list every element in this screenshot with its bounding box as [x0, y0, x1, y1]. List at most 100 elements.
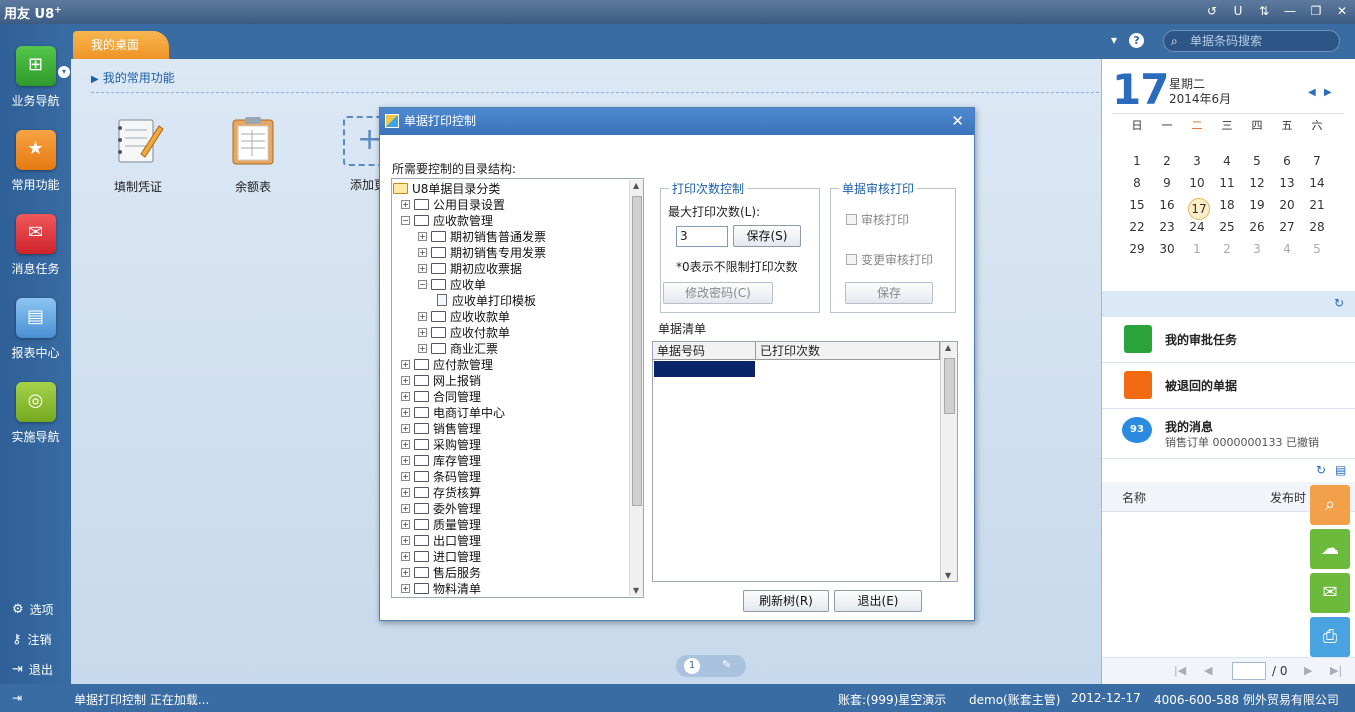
refresh-news-icon[interactable]: ↻ [1316, 463, 1326, 477]
expand-icon[interactable]: + [418, 231, 427, 241]
nav-item-business[interactable]: ⊞ 业务导航 [0, 46, 71, 109]
calendar-day-cell[interactable]: 29 [1122, 242, 1152, 256]
calendar-day-cell[interactable]: 30 [1152, 242, 1182, 256]
tree-node[interactable]: + 期初销售普通发票 [418, 228, 546, 244]
nav-item-messages[interactable]: ✉ 消息任务 [0, 214, 71, 277]
expand-icon[interactable]: + [401, 199, 410, 209]
tree-scroll-thumb[interactable] [632, 196, 642, 506]
save-audit-button[interactable]: 保存 [845, 282, 933, 304]
tree-node[interactable]: + 售后服务 [401, 564, 481, 580]
page-number-input[interactable] [1232, 662, 1266, 680]
scroll-down-icon[interactable]: ▼ [633, 586, 639, 595]
calendar-day-cell[interactable]: 8 [1122, 176, 1152, 190]
tree-node[interactable]: + 存货核算 [401, 484, 481, 500]
calendar-day-cell[interactable]: 20 [1272, 198, 1302, 212]
tree-node[interactable]: + 进口管理 [401, 548, 481, 564]
tree-node[interactable]: + 期初应收票据 [418, 260, 522, 276]
scroll-up-icon[interactable]: ▲ [633, 181, 639, 190]
tree-node[interactable]: + 委外管理 [401, 500, 481, 516]
expand-icon[interactable]: + [401, 455, 410, 465]
float-cloud-icon[interactable]: ☁ [1310, 529, 1350, 569]
calendar-day-cell[interactable]: 21 [1302, 198, 1332, 212]
audit-print-checkbox[interactable]: 审核打印 [846, 211, 909, 228]
tree-node[interactable]: + 条码管理 [401, 468, 481, 484]
page-indicator[interactable]: 1 [684, 658, 700, 674]
collapse-icon[interactable]: − [418, 279, 427, 289]
calendar-day-cell[interactable]: 23 [1152, 220, 1182, 234]
tab-my-desktop[interactable]: 我的桌面 [73, 31, 169, 59]
expand-icon[interactable]: + [401, 583, 410, 593]
col-printed-count[interactable]: 已打印次数 [756, 342, 940, 360]
minimize-icon[interactable]: — [1283, 4, 1297, 18]
grid-scrollbar[interactable]: ▲ ▼ [940, 342, 957, 581]
nav-item-reports[interactable]: ▤ 报表中心 [0, 298, 71, 361]
calendar-day-cell[interactable]: 2 [1152, 154, 1182, 168]
expand-icon[interactable]: + [401, 487, 410, 497]
calendar-day-cell[interactable]: 10 [1182, 176, 1212, 190]
calendar-day-cell[interactable]: 13 [1272, 176, 1302, 190]
shortcut-balance[interactable]: 余额表 [213, 114, 293, 195]
change-audit-print-checkbox[interactable]: 变更审核打印 [846, 251, 933, 268]
last-page-icon[interactable]: ▶| [1330, 664, 1342, 677]
calendar-day-cell[interactable]: 7 [1302, 154, 1332, 168]
prev-month-icon[interactable]: ◀ [1308, 87, 1316, 98]
float-chat-icon[interactable]: ✉ [1310, 573, 1350, 613]
float-inbox-icon[interactable]: ⎙ [1310, 617, 1350, 657]
exit-dialog-button[interactable]: 退出(E) [834, 590, 922, 612]
calendar-day-cell[interactable]: 26 [1242, 220, 1272, 234]
refresh-tree-button[interactable]: 刷新树(R) [743, 590, 829, 612]
shortcut-voucher[interactable]: 填制凭证 [98, 114, 178, 195]
prev-page-icon[interactable]: ◀ [1204, 664, 1212, 677]
expand-icon[interactable]: + [401, 535, 410, 545]
barcode-search-input[interactable]: ⌕ 单据条码搜索 [1163, 30, 1340, 52]
selected-row-cell[interactable] [654, 361, 755, 377]
calendar-day-cell[interactable]: 19 [1242, 198, 1272, 212]
restore-icon[interactable]: ❐ [1309, 4, 1323, 18]
calendar-day-cell[interactable]: 5 [1242, 154, 1272, 168]
expand-icon[interactable]: + [401, 375, 410, 385]
exit-button[interactable]: ⇥ 退出 [12, 661, 53, 678]
nav-item-common[interactable]: ★ 常用功能 [0, 130, 71, 193]
tree-node[interactable]: + 出口管理 [401, 532, 481, 548]
close-icon[interactable]: ✕ [1335, 4, 1349, 18]
u-menu-icon[interactable]: U [1231, 4, 1245, 18]
tree-node[interactable]: + 应收付款单 [418, 324, 510, 340]
returned-documents[interactable]: 被退回的单据 [1102, 363, 1355, 409]
dialog-close-icon[interactable]: ✕ [951, 108, 964, 135]
tree-node[interactable]: + 合同管理 [401, 388, 481, 404]
expand-icon[interactable]: + [401, 423, 410, 433]
expand-icon[interactable]: + [401, 391, 410, 401]
next-month-icon[interactable]: ▶ [1324, 87, 1332, 98]
float-search-icon[interactable]: ⌕ [1310, 485, 1350, 525]
calendar-day-cell[interactable]: 6 [1272, 154, 1302, 168]
tree-node[interactable]: + 商业汇票 [418, 340, 498, 356]
options-button[interactable]: ⚙ 选项 [12, 601, 54, 618]
expand-icon[interactable]: + [401, 471, 410, 481]
expand-icon[interactable]: + [418, 263, 427, 273]
max-print-count-input[interactable]: 3 [676, 226, 728, 247]
logout-button[interactable]: ⚷ 注销 [12, 631, 52, 648]
tree-node[interactable]: + 应收收款单 [418, 308, 510, 324]
scroll-up-icon[interactable]: ▲ [945, 343, 951, 352]
calendar-day-cell[interactable]: 5 [1302, 242, 1332, 256]
calendar-day-cell[interactable]: 27 [1272, 220, 1302, 234]
tree-node[interactable]: + 期初销售专用发票 [418, 244, 546, 260]
calendar-day-cell[interactable]: 12 [1242, 176, 1272, 190]
expand-icon[interactable]: + [418, 311, 427, 321]
calendar-day-cell[interactable]: 14 [1302, 176, 1332, 190]
expand-icon[interactable]: + [401, 439, 410, 449]
calendar-day-cell[interactable]: 18 [1212, 198, 1242, 212]
nav-item-implementation[interactable]: ◎ 实施导航 [0, 382, 71, 445]
calendar-day-cell[interactable]: 1 [1122, 154, 1152, 168]
change-password-button[interactable]: 修改密码(C) [663, 282, 773, 304]
help-icon[interactable]: ? [1129, 33, 1145, 48]
calendar-day-cell[interactable]: 2 [1212, 242, 1242, 256]
calendar-day-cell[interactable]: 17 [1182, 198, 1212, 220]
first-page-icon[interactable]: |◀ [1174, 664, 1186, 677]
my-approval-tasks[interactable]: 我的审批任务 [1102, 317, 1355, 363]
refresh-icon[interactable]: ↻ [1334, 296, 1344, 310]
dropdown-menu-icon[interactable]: ⇅ [1257, 4, 1271, 18]
calendar-day-cell[interactable]: 4 [1212, 154, 1242, 168]
expand-icon[interactable]: + [401, 503, 410, 513]
calendar-day-cell[interactable]: 1 [1182, 242, 1212, 256]
